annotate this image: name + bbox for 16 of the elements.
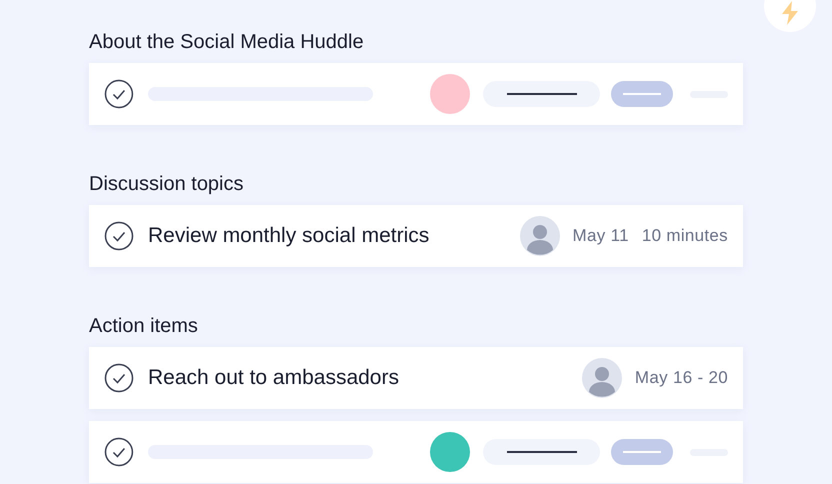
task-label: Review monthly social metrics bbox=[148, 224, 430, 248]
task-duration: 10 minutes bbox=[642, 226, 728, 246]
checkmark-circle-icon[interactable] bbox=[104, 79, 134, 109]
task-date: May 16 - 20 bbox=[634, 368, 728, 388]
skeleton-tag bbox=[611, 439, 674, 465]
avatar-icon bbox=[582, 358, 622, 398]
task-date: May 11 bbox=[572, 226, 629, 246]
section-title: Action items bbox=[89, 314, 199, 339]
section-title: Discussion topics bbox=[89, 172, 245, 197]
avatar-icon bbox=[520, 216, 560, 256]
checkmark-circle-icon[interactable] bbox=[104, 221, 134, 251]
checkmark-circle-icon[interactable] bbox=[104, 437, 134, 467]
skeleton-tag bbox=[611, 81, 674, 107]
task-label: Reach out to ambassadors bbox=[148, 366, 400, 390]
section-title: About the Social Media Huddle bbox=[89, 30, 365, 55]
checkmark-circle-icon[interactable] bbox=[104, 363, 134, 393]
